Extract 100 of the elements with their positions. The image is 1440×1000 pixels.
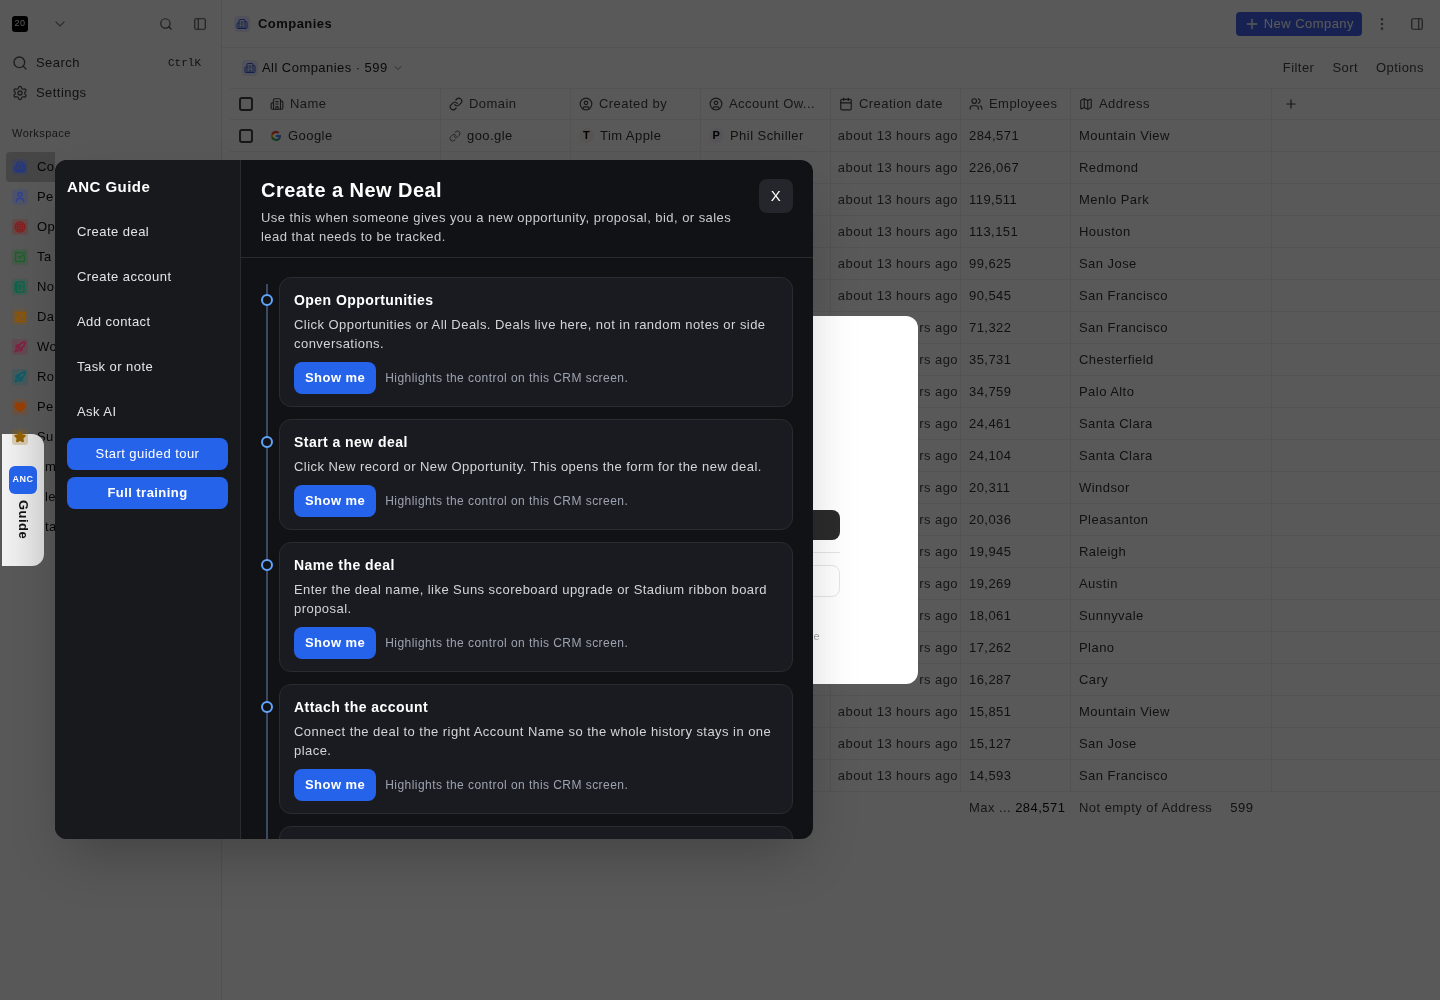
new-company-button[interactable]: New Company xyxy=(1235,11,1362,36)
address-cell-text: San Jose xyxy=(1079,254,1137,273)
creation-date: rs ago xyxy=(919,638,958,657)
employee-count: 35,731 xyxy=(969,350,1012,369)
employee-count: 16,287 xyxy=(969,670,1012,689)
guide-nav-item[interactable]: Task or note xyxy=(67,344,228,389)
address-cell-text: Santa Clara xyxy=(1079,414,1153,433)
nav-item[interactable]: Da xyxy=(6,301,55,332)
page-title: Companies xyxy=(258,14,333,33)
app-logo[interactable]: 20 xyxy=(12,16,28,32)
employee-count: 15,127 xyxy=(969,734,1012,753)
creation-date: about 13 hours ago xyxy=(837,126,958,145)
checkbox[interactable] xyxy=(239,128,253,143)
guide-nav-item[interactable]: Create deal xyxy=(67,209,228,254)
address-cell-text: Santa Clara xyxy=(1079,446,1153,465)
guide-tab-label: Guide xyxy=(14,500,32,540)
view-action[interactable]: Filter xyxy=(1282,58,1315,78)
address-cell-text: Cary xyxy=(1079,670,1109,689)
address-cell-text: Austin xyxy=(1079,574,1118,593)
training-button[interactable]: Full training xyxy=(67,477,228,509)
nav-item[interactable]: Ro xyxy=(6,361,55,392)
employee-count: 34,759 xyxy=(969,382,1012,401)
employee-count: 24,461 xyxy=(969,414,1012,433)
search-icon[interactable] xyxy=(159,17,173,31)
employee-count: 15,851 xyxy=(969,702,1012,721)
domain-link[interactable]: goo.gle xyxy=(467,125,513,146)
company-name[interactable]: Google xyxy=(288,125,333,146)
employee-count: 90,545 xyxy=(969,286,1012,305)
nav-item[interactable]: No xyxy=(6,271,55,302)
shortcut-hint: CtrlK xyxy=(168,55,201,71)
add-column-icon[interactable] xyxy=(1284,97,1298,111)
column-header[interactable]: Name xyxy=(262,89,441,119)
nav-item[interactable]: Op xyxy=(6,211,55,242)
view-selector[interactable]: All Companies · 599 xyxy=(262,58,388,78)
panel-title: Create a New Deal xyxy=(261,178,444,202)
nav-item[interactable]: Ta xyxy=(6,241,55,272)
address-cell-text: Pleasanton xyxy=(1079,510,1149,529)
step-title: Start a new deal xyxy=(294,433,409,452)
creation-date: rs ago xyxy=(919,510,958,529)
creation-date: about 13 hours ago xyxy=(837,286,958,305)
checkbox[interactable] xyxy=(239,97,253,111)
employee-count: 17,262 xyxy=(969,638,1012,657)
creation-date: rs ago xyxy=(919,670,958,689)
nav-item[interactable]: Pe xyxy=(6,181,55,212)
column-header[interactable]: Address xyxy=(1071,89,1272,119)
aggregate-value: 599 xyxy=(1230,799,1254,818)
employee-count: 14,593 xyxy=(969,766,1012,785)
step-marker xyxy=(261,294,273,306)
creation-date: about 13 hours ago xyxy=(837,222,958,241)
column-header[interactable]: Account Ow... xyxy=(701,89,831,119)
column-header[interactable]: Creation date xyxy=(831,89,961,119)
address-cell-text: Palo Alto xyxy=(1079,382,1135,401)
panel-icon[interactable] xyxy=(193,17,207,31)
person-name: Phil Schiller xyxy=(730,126,804,145)
step-description: Connect the deal to the right Account Name so the whole history stays in one place. xyxy=(294,723,773,760)
employee-count: 20,036 xyxy=(969,510,1012,529)
employee-count: 99,625 xyxy=(969,254,1012,273)
show-me-button[interactable]: Show me xyxy=(294,627,377,659)
guided-tour-button[interactable]: Start guided tour xyxy=(67,438,228,470)
view-action[interactable]: Options xyxy=(1376,58,1424,78)
nav-item[interactable]: Co xyxy=(6,151,55,182)
view-action[interactable]: Sort xyxy=(1332,58,1359,78)
employee-count: 119,511 xyxy=(969,190,1018,209)
creation-date: rs ago xyxy=(919,318,958,337)
settings-icon xyxy=(12,85,28,101)
google-logo-icon xyxy=(270,129,282,142)
step-title: Open Opportunities xyxy=(294,291,435,310)
column-header[interactable]: Employees xyxy=(961,89,1071,119)
address-cell-text: San Francisco xyxy=(1079,286,1168,305)
panel-description: Use this when someone gives you a new opportunity, proposal, bid, or sales lead that needs to be tracked. xyxy=(261,209,733,246)
step-description: Click Opportunities or All Deals. Deals live here, not in random notes or side conversations. xyxy=(294,316,767,353)
employee-count: 19,945 xyxy=(969,542,1012,561)
step-hint: Highlights the control on this CRM screen. xyxy=(385,635,629,652)
show-me-button[interactable]: Show me xyxy=(294,485,377,517)
creation-date: rs ago xyxy=(919,542,958,561)
employee-count: 113,151 xyxy=(969,222,1019,241)
guide-title: ANC Guide xyxy=(67,176,152,197)
guide-nav-item[interactable]: Create account xyxy=(67,254,228,299)
show-me-button[interactable]: Show me xyxy=(294,769,377,801)
column-icon xyxy=(1079,97,1093,111)
nav-item[interactable]: Pe xyxy=(6,391,55,422)
column-header[interactable]: Domain xyxy=(441,89,571,119)
creation-date: about 13 hours ago xyxy=(837,702,958,721)
avatar: T xyxy=(579,128,594,143)
guide-nav-item[interactable]: Add contact xyxy=(67,299,228,344)
close-button[interactable]: X xyxy=(759,179,793,213)
creation-date: rs ago xyxy=(919,606,958,625)
show-me-button[interactable]: Show me xyxy=(294,362,377,394)
column-header[interactable]: Created by xyxy=(571,89,701,119)
step-marker xyxy=(261,701,273,713)
address-cell-text: Plano xyxy=(1079,638,1115,657)
creation-date: rs ago xyxy=(919,446,958,465)
aggregate-value: 284,571 xyxy=(1015,799,1066,818)
address-cell-text: Redmond xyxy=(1079,158,1139,177)
address-cell-text: Mountain View xyxy=(1079,702,1170,721)
guide-nav-item[interactable]: Ask AI xyxy=(67,389,228,434)
side-panel-icon[interactable] xyxy=(1410,16,1424,31)
column-icon xyxy=(839,97,853,111)
settings-link[interactable]: Settings xyxy=(36,83,87,103)
search-link[interactable]: Search xyxy=(36,53,80,73)
